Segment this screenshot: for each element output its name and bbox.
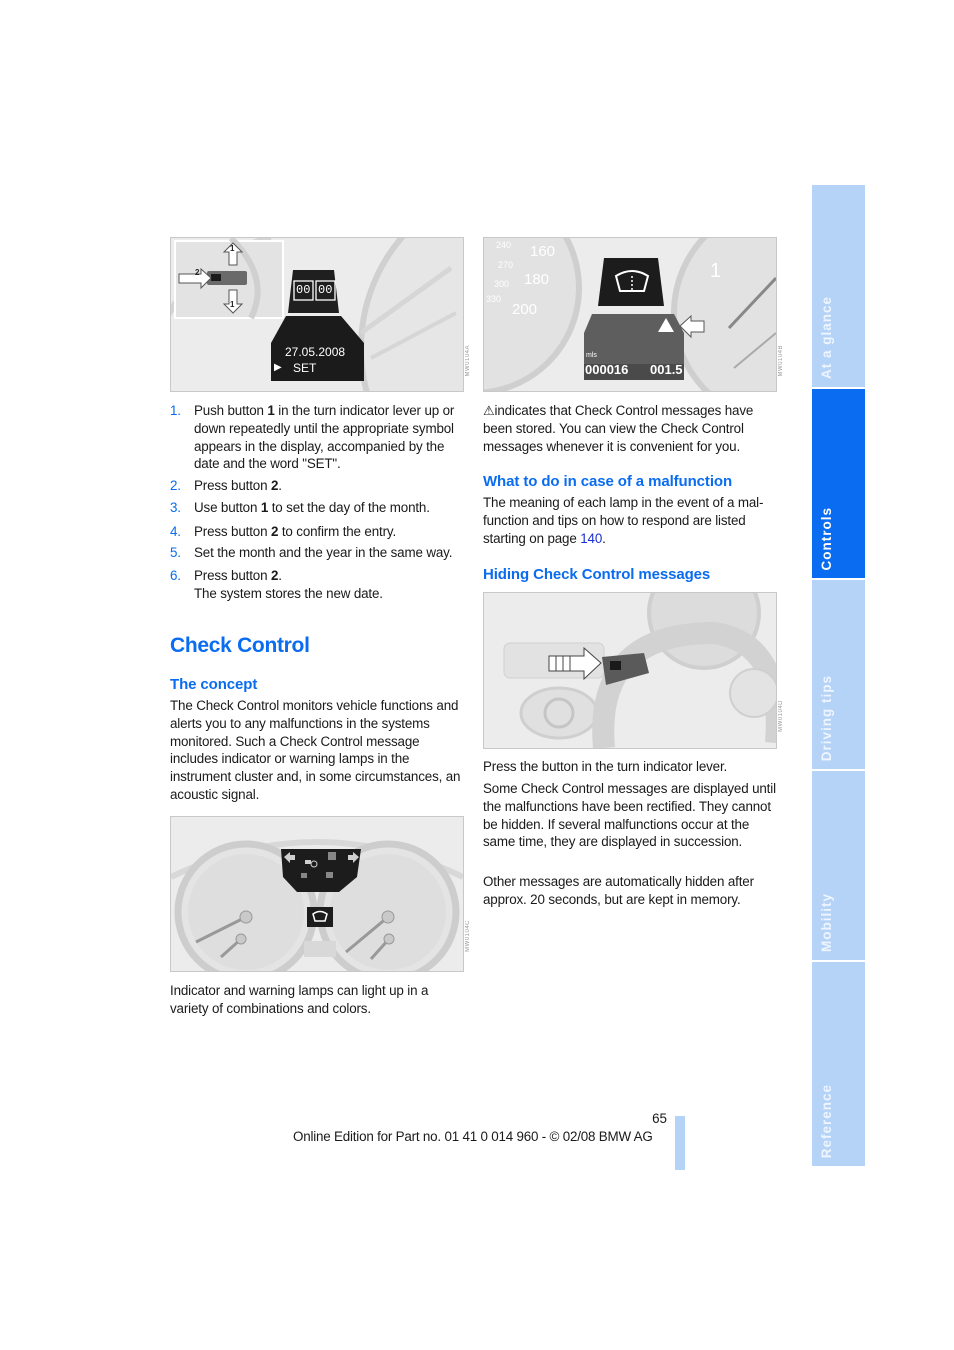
step-text-part: Push button (194, 403, 268, 418)
step-text-part: . (278, 568, 282, 583)
step-number: 1. (170, 403, 181, 418)
step-text: Press button 2. The system stores the new… (194, 567, 469, 603)
side-tab-driving-tips[interactable]: Driving tips (812, 580, 865, 769)
cluster-caption: Indicator and warning lamps can light up… (170, 983, 429, 1016)
speed-tick: 270 (498, 260, 514, 270)
step-number: 3. (170, 500, 181, 515)
side-tab-label: Reference (819, 1083, 834, 1158)
step-text-part: Set the month and the year in the same w… (194, 545, 453, 560)
figure-date-setting: 2 1 1 00 00 27.05.2008 ▶ SET (170, 237, 464, 392)
hiding-paragraph-1: Some Check Control messages are displaye… (483, 781, 776, 850)
figure-instrument-cluster (170, 816, 464, 972)
calendar-digit-day: 00 (296, 283, 311, 297)
warning-text: indicates that Check Control messages ha… (483, 403, 754, 454)
display-set: SET (293, 361, 317, 375)
concept-text: The Check Control monitors vehicle funct… (170, 698, 461, 802)
malfunction-text: The meaning of each lamp in the event of… (483, 495, 764, 546)
trip-value: 001.5 (650, 362, 683, 377)
step-text-part: Press button (194, 524, 271, 539)
button-label-1-down: 1 (230, 300, 235, 309)
side-tab-reference[interactable]: Reference (812, 962, 865, 1166)
side-tab-at-a-glance[interactable]: At a glance (812, 185, 865, 387)
calendar-digit-month: 00 (318, 283, 333, 297)
page-link-140[interactable]: 140 (580, 531, 602, 546)
speed-tick: 240 (496, 240, 512, 250)
step-text-part: Press button (194, 478, 271, 493)
step-text: Press button 2 to confirm the entry. (194, 523, 469, 541)
figure-id: MW0104B (778, 345, 784, 377)
step-text: Set the month and the year in the same w… (194, 544, 469, 562)
step-text-part: . (278, 478, 282, 493)
rpm-tick: 1 (710, 260, 722, 282)
step-button-ref: 1 (267, 403, 275, 418)
page-number: 65 (652, 1111, 667, 1126)
side-tab-controls[interactable]: Controls (812, 389, 865, 578)
step-text: Push button 1 in the turn indicator leve… (194, 402, 469, 473)
step-number: 6. (170, 568, 181, 583)
odometer-value: 000016 (585, 362, 629, 377)
side-tab-label: Controls (819, 506, 834, 571)
step-number: 2. (170, 478, 181, 493)
speed-tick: 300 (494, 279, 510, 289)
hiding-paragraph-2: Other messages are automatically hidden … (483, 874, 754, 907)
step-text: Use button 1 to set the day of the month… (194, 499, 469, 517)
side-tab-label: Driving tips (819, 674, 834, 761)
edition-text: Online Edition for Part no. 01 41 0 014 … (293, 1129, 653, 1144)
display-date: 27.05.2008 (285, 345, 346, 359)
figure-id: MW0104D (778, 700, 784, 732)
figure-id: MW0104A (465, 345, 471, 377)
odometer-unit: mls (586, 352, 597, 359)
step-text-part: Use button (194, 500, 261, 515)
side-tab-mobility[interactable]: Mobility (812, 771, 865, 960)
step-text-part: Press button (194, 568, 271, 583)
step-number: 4. (170, 524, 181, 539)
figure-id: MW0104C (465, 920, 471, 952)
hiding-heading: Hiding Check Control messages (483, 566, 711, 583)
section-title: Check Control (170, 634, 310, 657)
speed-tick: 160 (530, 243, 556, 260)
warning-triangle-icon: ⚠ (483, 403, 495, 418)
malfunction-text-end: . (602, 530, 606, 546)
speed-tick: 180 (524, 271, 550, 288)
step-text-part: to set the day of the month. (268, 500, 430, 515)
button-label-2: 2 (195, 268, 200, 277)
malfunction-heading: What to do in case of a malfunction (483, 473, 733, 490)
play-icon: ▶ (274, 362, 282, 373)
speed-tick: 200 (512, 301, 538, 318)
warning-paragraph: ⚠indicates that Check Control messages h… (483, 402, 779, 455)
figure-turn-indicator-lever (483, 592, 777, 749)
side-tab-label: At a glance (819, 295, 834, 379)
step-number: 5. (170, 545, 181, 560)
step-subtext: The system stores the new date. (194, 585, 383, 601)
malfunction-paragraph: The meaning of each lamp in the event of… (483, 494, 779, 547)
footer-tab-marker (675, 1116, 685, 1170)
hiding-instruction: Press the button in the turn indicator l… (483, 759, 728, 774)
button-label-1-up: 1 (230, 244, 235, 253)
figure-check-control-display: 240 270 300 330 160 180 200 1 mls 000016… (483, 237, 777, 392)
speed-tick: 330 (486, 294, 502, 304)
side-tab-label: Mobility (819, 893, 834, 952)
concept-heading: The concept (170, 676, 258, 693)
step-text-part: to confirm the entry. (278, 524, 397, 539)
step-text: Press button 2. (194, 477, 469, 495)
